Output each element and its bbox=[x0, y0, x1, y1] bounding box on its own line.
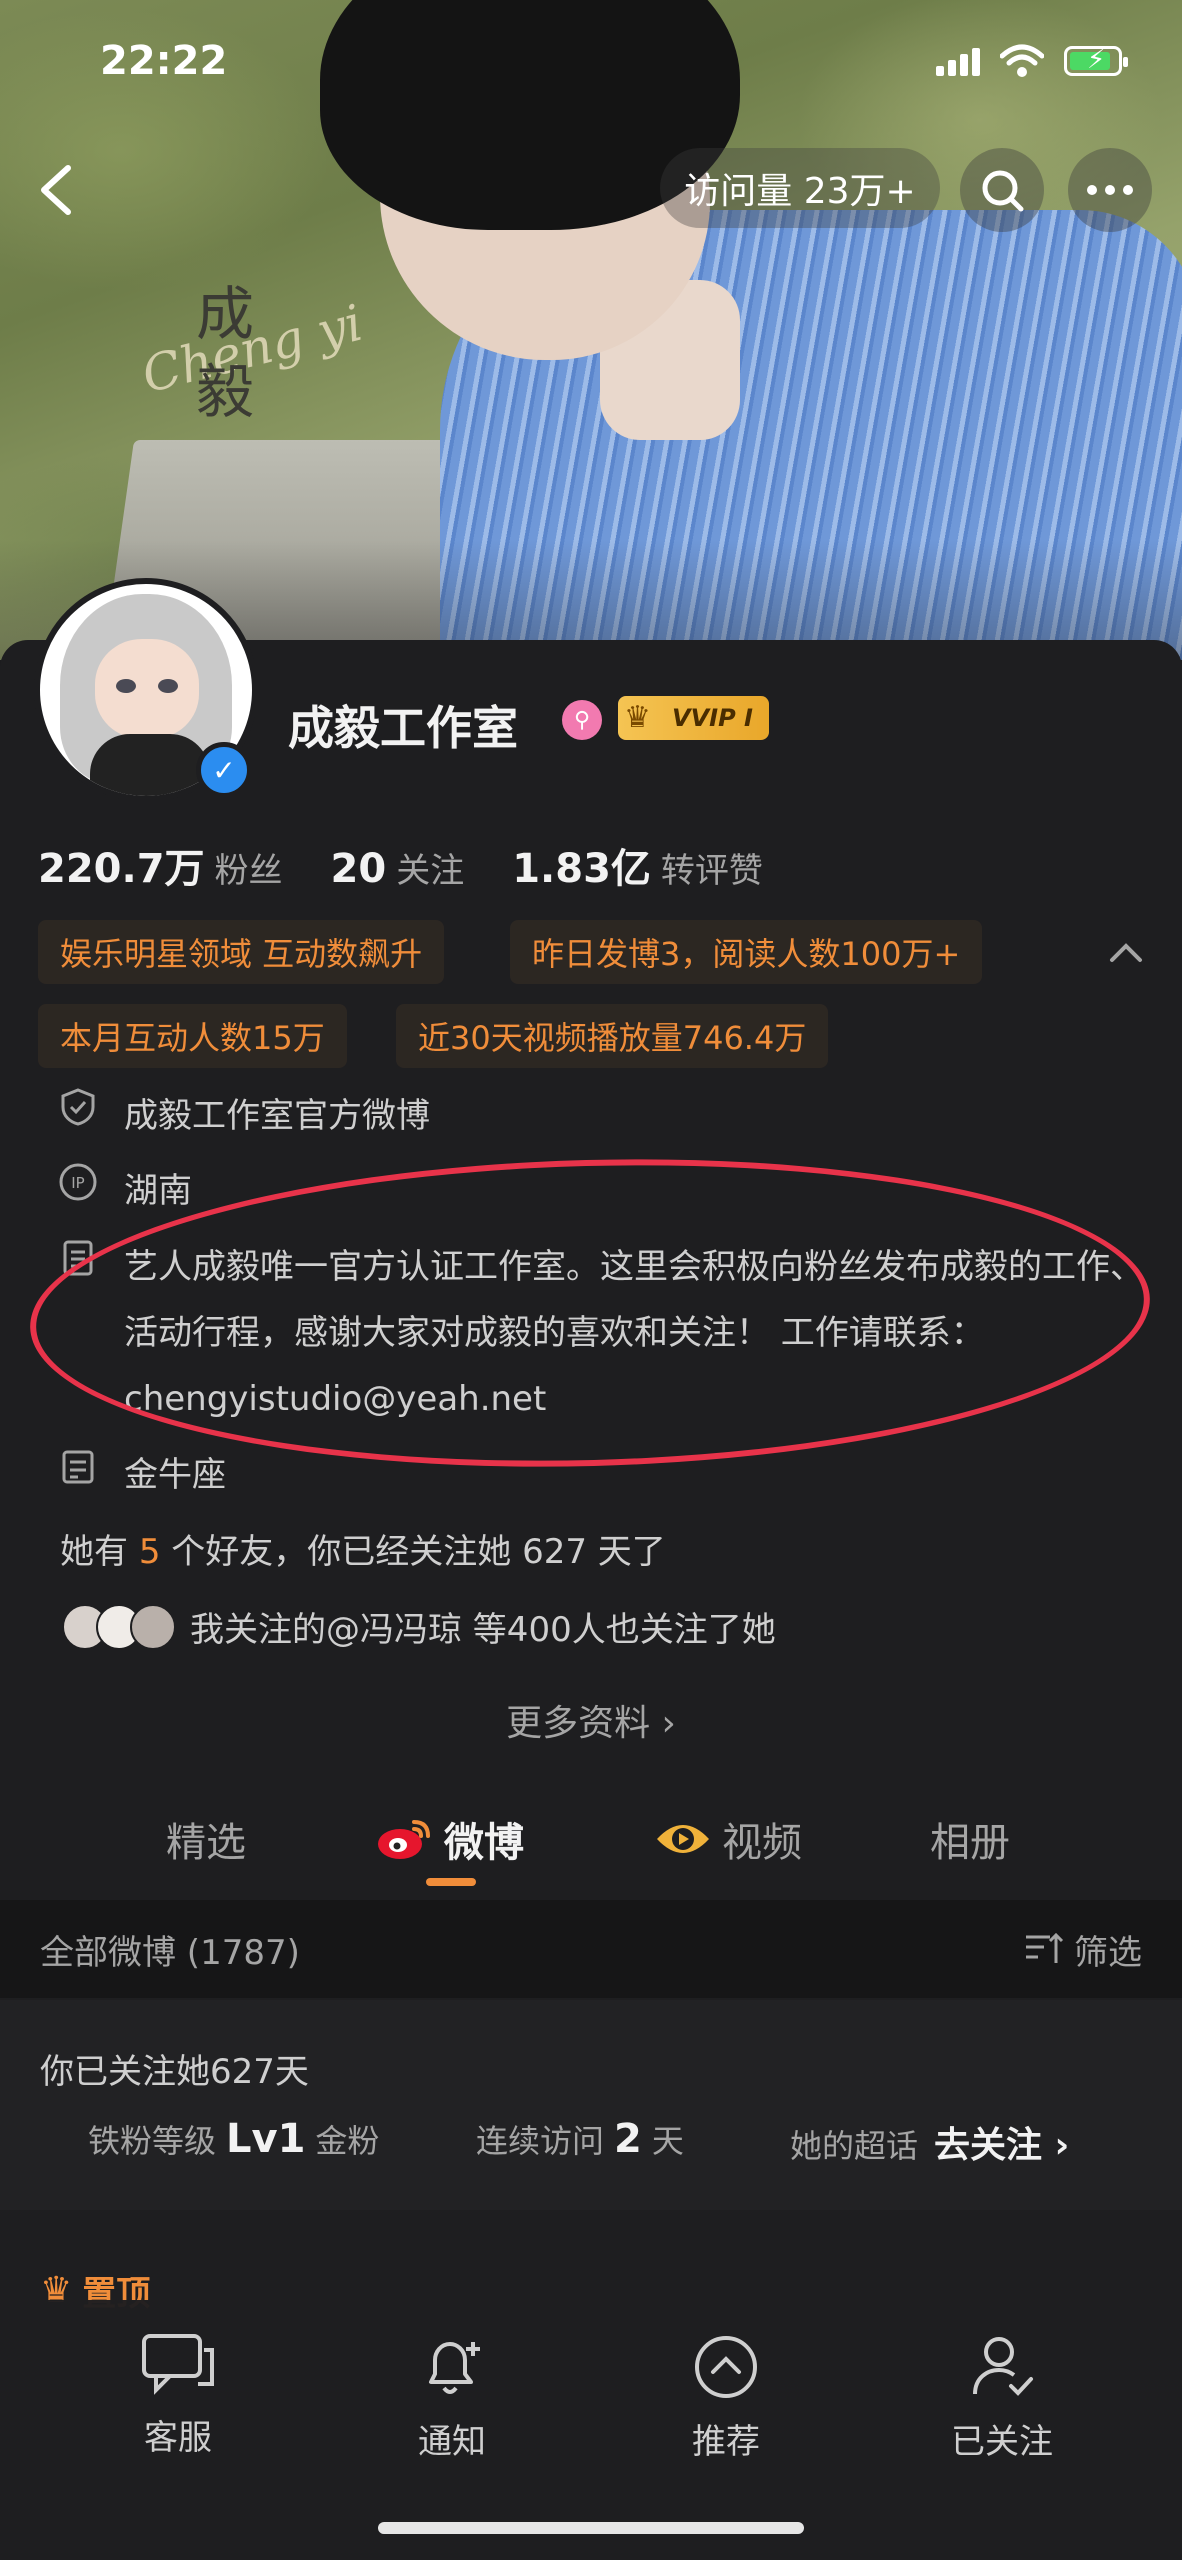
ip-location-icon: IP bbox=[59, 1163, 97, 1201]
consecutive-visits[interactable]: 连续访问 2 天 bbox=[476, 2116, 684, 2162]
friends-info[interactable]: 她有 5 个好友，你已经关注她 627 天了 bbox=[60, 1524, 666, 1573]
user-check-icon bbox=[973, 2337, 1033, 2396]
mini-avatar bbox=[130, 1603, 176, 1650]
fan-level[interactable]: 铁粉等级 Lv1 金粉 bbox=[88, 2116, 379, 2162]
notify-button[interactable]: 通知 bbox=[352, 2332, 552, 2463]
ip-location-text: 湖南 bbox=[124, 1171, 192, 1211]
more-info-link[interactable]: 更多资料 › bbox=[0, 1694, 1182, 1746]
stat-following[interactable]: 20 关注 bbox=[331, 843, 465, 892]
home-indicator bbox=[378, 2522, 804, 2534]
tab-video[interactable]: 视频 bbox=[654, 1810, 802, 1868]
status-icons: ⚡ bbox=[936, 44, 1128, 78]
verification-row: 成毅工作室官方微博 bbox=[58, 1083, 430, 1149]
stat-followers[interactable]: 220.7万 粉丝 bbox=[38, 836, 283, 894]
status-time: 22:22 bbox=[100, 38, 228, 84]
tab-featured[interactable]: 精选 bbox=[166, 1810, 246, 1868]
bottom-action-bar: 客服 通知 推荐 已关注 bbox=[0, 2300, 1182, 2560]
feed-filter-bar: 全部微博 (1787) 筛选 bbox=[0, 1900, 1182, 1998]
visits-counter[interactable]: 访问量 23万+ bbox=[660, 148, 940, 228]
svg-text:IP: IP bbox=[71, 1174, 84, 1192]
super-topic-badge-icon[interactable]: ⚲ bbox=[562, 700, 602, 740]
more-dots-icon bbox=[1087, 185, 1133, 195]
profile-tabs: 精选 微博 视频 相册 bbox=[0, 1800, 1182, 1890]
profile-name: 成毅工作室 bbox=[288, 701, 518, 755]
cover-title: 成 毅 bbox=[195, 280, 254, 426]
verification-text: 成毅工作室官方微博 bbox=[124, 1096, 430, 1136]
customer-service-button[interactable]: 客服 bbox=[78, 2332, 278, 2459]
tag-yesterday-posts[interactable]: 昨日发博3，阅读人数100万+ bbox=[510, 920, 983, 984]
search-icon bbox=[982, 170, 1024, 212]
chat-icon bbox=[142, 2334, 214, 2395]
tag-video-plays[interactable]: 近30天视频播放量746.4万 bbox=[396, 1004, 829, 1068]
mutual-followers[interactable]: 我关注的@冯冯琼 等400人也关注了她 bbox=[62, 1602, 776, 1651]
tag-monthly-interactions[interactable]: 本月互动人数15万 bbox=[38, 1004, 347, 1068]
filter-button[interactable]: 筛选 bbox=[1024, 1925, 1142, 1974]
vip-badge[interactable]: ♛ VVIP I bbox=[618, 696, 769, 740]
tab-album[interactable]: 相册 bbox=[930, 1810, 1010, 1868]
zodiac-row: 金牛座 bbox=[58, 1442, 226, 1508]
ip-row: IP 湖南 bbox=[58, 1158, 192, 1224]
battery-icon: ⚡ bbox=[1064, 45, 1128, 76]
chevron-left-icon bbox=[41, 165, 71, 215]
fan-status-card: 你已关注她627天 铁粉等级 Lv1 金粉 连续访问 2 天 她的超话 去关注 › bbox=[0, 2000, 1182, 2210]
profile-stats: 220.7万 粉丝 20 关注 1.83亿 转评赞 bbox=[38, 836, 763, 894]
chevron-up-circle-icon bbox=[695, 2336, 757, 2398]
stat-engagement[interactable]: 1.83亿 转评赞 bbox=[512, 836, 763, 894]
calendar-icon bbox=[62, 1450, 94, 1484]
signal-icon bbox=[936, 46, 980, 76]
fan-days-text: 你已关注她627天 bbox=[40, 2052, 309, 2092]
tag-trending[interactable]: 娱乐明星领域 互动数飙升 bbox=[38, 920, 445, 984]
filter-icon bbox=[1026, 1932, 1064, 1963]
collapse-chevron-icon[interactable] bbox=[1106, 932, 1146, 972]
video-eye-icon bbox=[657, 1825, 709, 1853]
bell-plus-icon bbox=[429, 2342, 480, 2394]
back-button[interactable] bbox=[28, 160, 88, 220]
super-topic-link[interactable]: 她的超话 去关注 › bbox=[790, 2116, 1079, 2168]
verified-badge-icon: ✓ bbox=[196, 742, 252, 798]
tab-weibo[interactable]: 微博 bbox=[376, 1810, 524, 1868]
wifi-icon bbox=[1000, 44, 1044, 77]
more-button[interactable] bbox=[1068, 148, 1152, 232]
shield-icon bbox=[61, 1088, 95, 1126]
active-tab-indicator bbox=[426, 1878, 476, 1886]
following-status-button[interactable]: 已关注 bbox=[902, 2332, 1102, 2463]
search-button[interactable] bbox=[960, 148, 1044, 232]
recommend-button[interactable]: 推荐 bbox=[626, 2332, 826, 2463]
crown-icon: ♛ bbox=[624, 700, 651, 735]
cover-image: Cheng yi 成 毅 bbox=[0, 0, 1182, 660]
all-posts-count: 全部微博 (1787) bbox=[40, 1932, 300, 1973]
weibo-logo-icon bbox=[378, 1820, 430, 1859]
zodiac-text: 金牛座 bbox=[124, 1455, 226, 1495]
